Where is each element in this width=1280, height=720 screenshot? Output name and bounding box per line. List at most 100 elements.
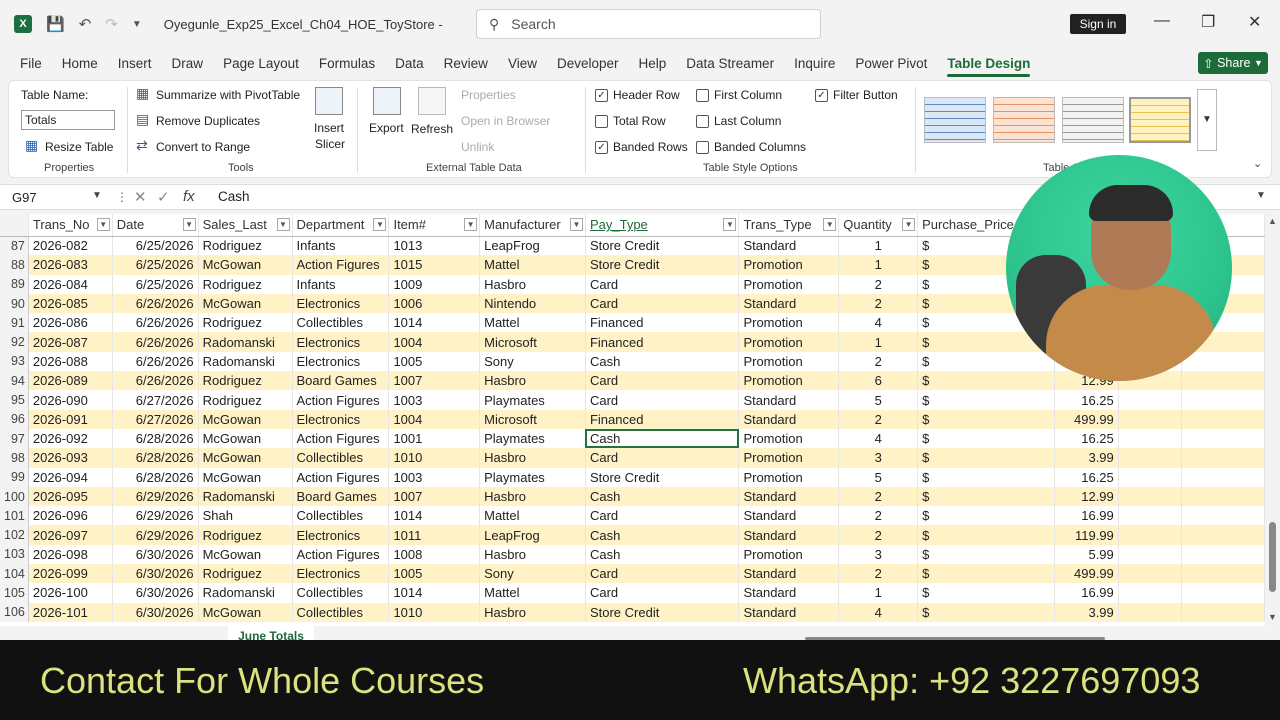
cell[interactable]: 499.99 [1054, 564, 1119, 584]
empty-cell[interactable] [1181, 602, 1265, 622]
empty-cell[interactable] [1181, 409, 1265, 429]
cell[interactable]: 1005 [388, 351, 481, 372]
cell[interactable]: 2026-086 [28, 313, 113, 333]
cell[interactable]: Action Figures [292, 467, 390, 487]
tab-power-pivot[interactable]: Power Pivot [855, 56, 927, 71]
tab-table-design[interactable]: Table Design [947, 56, 1031, 77]
cell[interactable]: Electronics [292, 293, 390, 314]
cell[interactable]: 6/26/2026 [112, 313, 199, 333]
tab-data-streamer[interactable]: Data Streamer [686, 56, 774, 71]
empty-cell[interactable] [1118, 602, 1183, 622]
cell[interactable]: Electronics [292, 409, 390, 429]
filter-dropdown-icon[interactable]: ▼ [569, 218, 583, 231]
cell[interactable]: Radomanski [198, 332, 293, 352]
cell[interactable]: 2 [838, 409, 919, 429]
empty-cell[interactable] [1118, 390, 1183, 410]
cell[interactable]: Sony [479, 351, 586, 372]
cell[interactable]: 499.99 [1054, 409, 1119, 429]
cell[interactable]: Shah [198, 506, 293, 526]
cell[interactable]: Cash [585, 525, 740, 545]
cell[interactable]: 119.99 [1054, 525, 1119, 545]
table-style-gray-swatch[interactable] [1062, 97, 1124, 143]
share-button[interactable]: ⇧ Share ▼ [1198, 52, 1268, 74]
cell[interactable]: 2 [838, 564, 919, 584]
cell[interactable]: 6/27/2026 [112, 409, 199, 429]
row-number[interactable]: 91 [0, 313, 29, 333]
cell[interactable]: Standard [738, 486, 840, 507]
cell[interactable]: Rodriguez [198, 274, 293, 294]
cell[interactable]: Financed [585, 409, 740, 429]
cell[interactable]: 2026-090 [28, 390, 113, 410]
customize-qat-icon[interactable]: ▼ [132, 19, 142, 30]
cell[interactable]: Hasbro [479, 544, 586, 565]
cell[interactable]: 1015 [388, 255, 481, 275]
styles-more-icon[interactable]: ▼ [1197, 89, 1217, 151]
cell[interactable]: Hasbro [479, 602, 586, 622]
cell[interactable]: Radomanski [198, 583, 293, 603]
cell[interactable]: Sony [479, 564, 586, 584]
cell[interactable]: Promotion [738, 351, 840, 372]
cell[interactable]: Rodriguez [198, 371, 293, 391]
tab-formulas[interactable]: Formulas [319, 56, 375, 71]
cell[interactable]: 6/27/2026 [112, 390, 199, 410]
cell[interactable]: 1007 [388, 371, 481, 391]
select-all-corner[interactable] [0, 214, 29, 237]
tab-developer[interactable]: Developer [557, 56, 619, 71]
empty-cell[interactable] [1181, 564, 1265, 584]
cell[interactable]: Promotion [738, 274, 840, 294]
cell[interactable]: Card [585, 293, 740, 314]
filter-dropdown-icon[interactable]: ▼ [823, 218, 837, 231]
empty-cell[interactable] [1181, 506, 1265, 526]
cell[interactable]: $ [917, 409, 1055, 429]
cell[interactable]: $ [917, 544, 1055, 565]
tab-review[interactable]: Review [444, 56, 488, 71]
cell[interactable]: 6/28/2026 [112, 428, 199, 449]
cell[interactable]: Cash [585, 486, 740, 507]
filter-button-checkbox[interactable]: ✓ [815, 89, 828, 102]
cell[interactable]: 2026-089 [28, 371, 113, 391]
row-number[interactable]: 95 [0, 390, 29, 410]
cell[interactable]: 2 [838, 486, 919, 507]
cell[interactable]: 1 [838, 236, 919, 256]
cell[interactable]: Card [585, 448, 740, 468]
row-number[interactable]: 92 [0, 332, 29, 352]
cell[interactable]: Standard [738, 293, 840, 314]
cell[interactable]: 4 [838, 602, 919, 622]
row-number[interactable]: 93 [0, 351, 29, 372]
cell[interactable]: Collectibles [292, 313, 390, 333]
tab-data[interactable]: Data [395, 56, 424, 71]
cell[interactable]: LeapFrog [479, 525, 586, 545]
cell[interactable]: 1 [838, 583, 919, 603]
cell[interactable]: Electronics [292, 564, 390, 584]
cell[interactable]: $ [917, 525, 1055, 545]
column-header-quantity[interactable]: Quantity ▼ [838, 214, 919, 237]
cell[interactable]: 6/28/2026 [112, 448, 199, 468]
resize-table-button[interactable]: Resize Table [45, 140, 113, 154]
cell[interactable]: 1 [838, 332, 919, 352]
cell[interactable]: 1013 [388, 236, 481, 256]
empty-cell[interactable] [1118, 409, 1183, 429]
filter-dropdown-icon[interactable]: ▼ [373, 218, 387, 231]
table-name-input[interactable]: Totals [21, 110, 115, 130]
insert-function-icon[interactable]: fx [183, 188, 195, 205]
empty-cell[interactable] [1118, 525, 1183, 545]
cell[interactable]: Electronics [292, 332, 390, 352]
empty-cell[interactable] [1181, 583, 1265, 603]
cell[interactable]: Playmates [479, 467, 586, 487]
cell[interactable]: 2 [838, 293, 919, 314]
cell[interactable]: 2026-082 [28, 236, 113, 256]
cell[interactable]: 2026-093 [28, 448, 113, 468]
cell[interactable]: 3.99 [1054, 448, 1119, 468]
cell[interactable]: 2026-094 [28, 467, 113, 487]
convert-to-range-button[interactable]: Convert to Range [156, 140, 250, 154]
row-number[interactable]: 100 [0, 486, 29, 507]
cell[interactable]: $ [917, 390, 1055, 410]
cell[interactable]: Standard [738, 602, 840, 622]
cell[interactable]: 1007 [388, 486, 481, 507]
cell[interactable]: Promotion [738, 467, 840, 487]
vertical-scrollbar[interactable]: ▲ ▼ [1265, 214, 1280, 626]
cell[interactable]: Card [585, 371, 740, 391]
cell[interactable]: $ [917, 602, 1055, 622]
sign-in-button[interactable]: Sign in [1070, 14, 1126, 34]
cell[interactable]: Promotion [738, 332, 840, 352]
